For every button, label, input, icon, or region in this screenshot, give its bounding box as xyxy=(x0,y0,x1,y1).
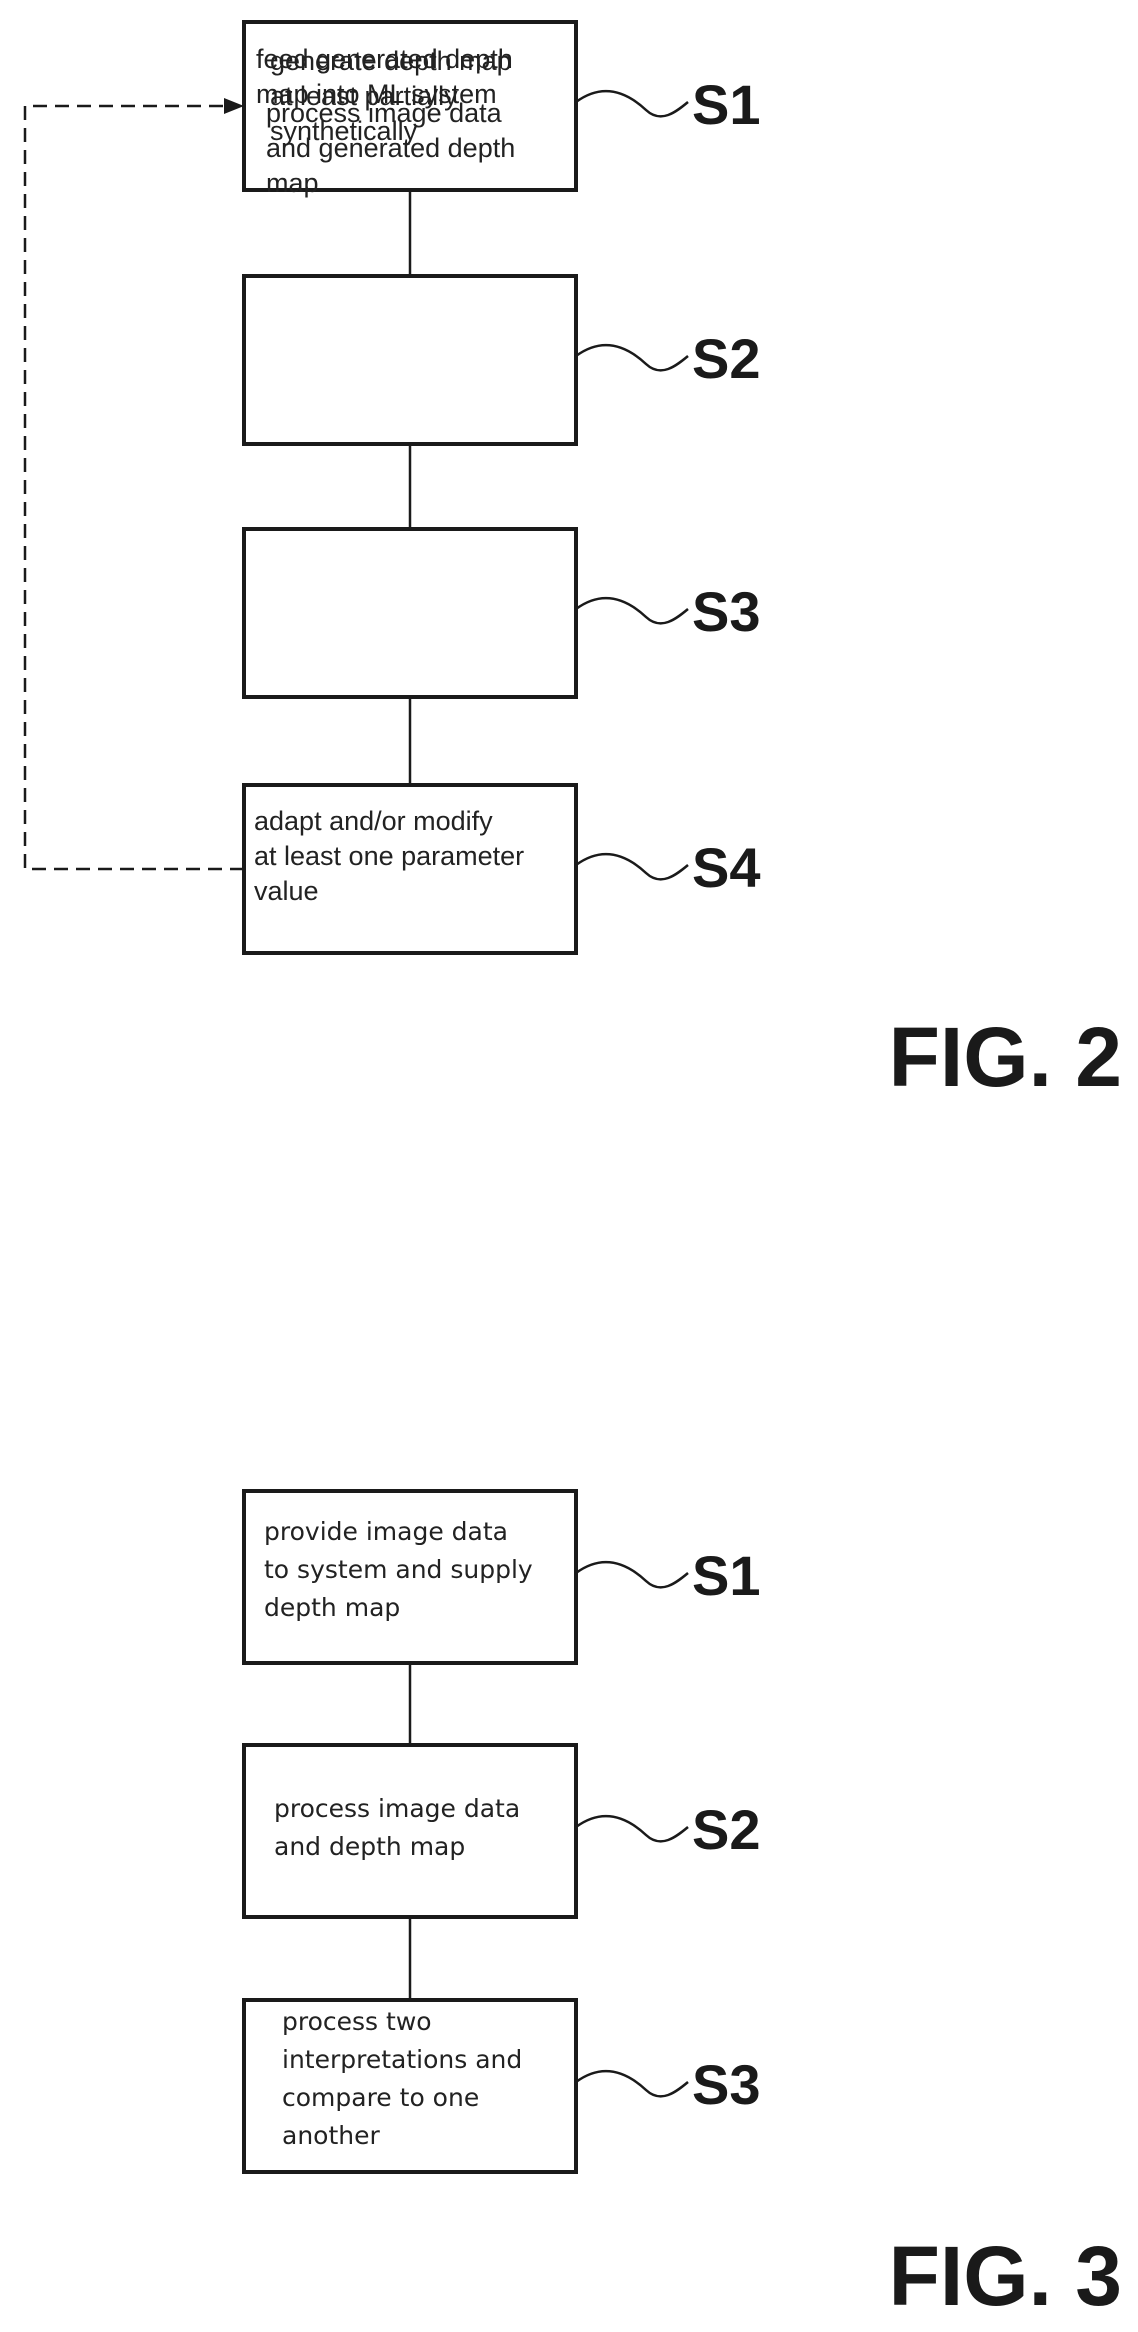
figure-caption: FIG. 3 xyxy=(889,2229,1122,2323)
step-label: S1 xyxy=(692,73,761,136)
leader-squiggle xyxy=(575,2070,689,2098)
flowchart-diagram: generate depth mapat least partiallysynt… xyxy=(23,20,1122,2323)
step-s3: process two interpretations and compare to… xyxy=(242,1998,761,2174)
step-text-line: map xyxy=(266,168,319,198)
step-label: S2 xyxy=(692,1798,761,1861)
step-label: S4 xyxy=(692,836,761,899)
step-text-line: to system and supply xyxy=(264,1555,533,1584)
figure-2: generate depth mapat least partiallysynt… xyxy=(23,20,1122,1104)
step-text-line: compare to one xyxy=(282,2083,479,2112)
step-s1: provide image data to system and supply de… xyxy=(242,1489,761,1665)
feedback-dashed-line xyxy=(23,104,244,871)
arrowhead-icon xyxy=(224,98,244,114)
step-text-line: process image data xyxy=(266,98,503,128)
leader-squiggle xyxy=(575,597,689,625)
step-text-line: feed generated depth xyxy=(256,44,513,74)
figure-caption: FIG. 2 xyxy=(889,1010,1122,1104)
leader-squiggle xyxy=(575,1561,689,1589)
step-text-line: provide image data xyxy=(264,1517,508,1546)
step-box xyxy=(242,527,578,699)
step-text-line: and generated depth xyxy=(266,133,515,163)
step-s4: adapt and/or modify at least one paramete… xyxy=(242,783,761,955)
leader-squiggle xyxy=(575,90,689,118)
step-label: S2 xyxy=(692,327,761,390)
step-box xyxy=(242,1743,578,1919)
step-label: S3 xyxy=(692,2053,761,2116)
leader-squiggle xyxy=(575,344,689,372)
step-text-line: at least one parameter xyxy=(254,841,524,871)
leader-squiggle xyxy=(575,1815,689,1843)
step-label: S1 xyxy=(692,1544,761,1607)
leader-squiggle xyxy=(575,853,689,881)
step-s2: process image data and depth map S2 xyxy=(242,1743,761,1919)
step-label: S3 xyxy=(692,580,761,643)
figure-3: provide image data to system and supply de… xyxy=(242,1489,1122,2323)
step-text-line: process image data xyxy=(274,1794,520,1823)
step-text-line: value xyxy=(254,876,319,906)
step-text-line: and depth map xyxy=(274,1832,465,1861)
step-text-line: another xyxy=(282,2121,380,2150)
step-text-line: process two xyxy=(282,2007,432,2036)
step-text-line: depth map xyxy=(264,1593,400,1622)
step-text-line: adapt and/or modify xyxy=(254,806,493,836)
step-text-line: interpretations and xyxy=(282,2045,522,2074)
step-box xyxy=(242,274,578,446)
